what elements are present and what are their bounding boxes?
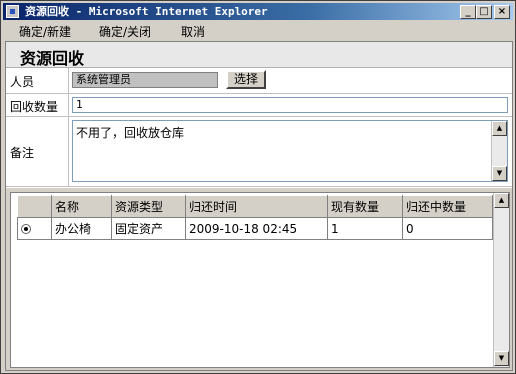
cell-return-time: 2009-10-18 02:45 (185, 217, 328, 240)
quantity-label: 回收数量 (10, 100, 59, 114)
toolbar: 确定/新建 确定/关闭 取消 (3, 21, 513, 41)
cancel-button[interactable]: 取消 (181, 24, 205, 40)
column-header-current-qty[interactable]: 现有数量 (327, 195, 403, 218)
content-area: 资源回收 人员 系统管理员 选择 回收数量 1 备注 不用了，回收放仓库 ▲ ▼… (5, 41, 513, 371)
resource-table: 名称 资源类型 归还时间 现有数量 归还中数量 办公椅 固定资产 2009-10… (17, 195, 493, 240)
quantity-value-cell: 1 (70, 94, 512, 116)
person-field: 系统管理员 (72, 72, 218, 88)
column-header-name[interactable]: 名称 (51, 195, 112, 218)
recycle-form: 人员 系统管理员 选择 回收数量 1 备注 不用了，回收放仓库 ▲ ▼ (6, 68, 512, 188)
title-bar: 资源回收 - Microsoft Internet Explorer _ □ × (3, 3, 513, 20)
quantity-label-cell: 回收数量 (6, 94, 69, 116)
cell-type: 固定资产 (111, 217, 186, 240)
quantity-row: 回收数量 1 (6, 94, 512, 117)
resource-grid-panel: 名称 资源类型 归还时间 现有数量 归还中数量 办公椅 固定资产 2009-10… (10, 192, 510, 368)
select-person-button[interactable]: 选择 (226, 70, 266, 89)
close-button[interactable]: × (494, 5, 510, 19)
window-title: 资源回收 - Microsoft Internet Explorer (25, 5, 268, 18)
note-textarea[interactable]: 不用了，回收放仓库 ▲ ▼ (72, 120, 508, 182)
column-header-returning-qty[interactable]: 归还中数量 (402, 195, 493, 218)
cell-returning-qty: 0 (402, 217, 493, 240)
person-label: 人员 (10, 75, 35, 89)
table-header-row: 名称 资源类型 归还时间 现有数量 归还中数量 (17, 195, 493, 218)
person-value-cell: 系统管理员 选择 (70, 68, 512, 93)
note-row: 备注 不用了，回收放仓库 ▲ ▼ (6, 117, 512, 187)
up-arrow-icon[interactable]: ▲ (494, 193, 509, 208)
up-arrow-icon[interactable]: ▲ (492, 121, 507, 136)
note-value-cell: 不用了，回收放仓库 ▲ ▼ (70, 117, 512, 186)
maximize-button[interactable]: □ (476, 5, 492, 19)
page-title: 资源回收 (20, 49, 85, 68)
browser-window: 资源回收 - Microsoft Internet Explorer _ □ ×… (0, 0, 516, 374)
column-header-select (17, 195, 52, 218)
cell-name: 办公椅 (51, 217, 112, 240)
person-label-cell: 人员 (6, 68, 69, 93)
column-header-type[interactable]: 资源类型 (111, 195, 186, 218)
person-row: 人员 系统管理员 选择 (6, 68, 512, 94)
radio-selected-icon[interactable] (21, 224, 31, 234)
note-scrollbar[interactable]: ▲ ▼ (491, 121, 507, 181)
quantity-input[interactable]: 1 (72, 97, 508, 113)
confirm-new-button[interactable]: 确定/新建 (19, 24, 71, 40)
column-header-return-time[interactable]: 归还时间 (185, 195, 328, 218)
note-label: 备注 (10, 146, 35, 160)
grid-scrollbar[interactable]: ▲ ▼ (493, 193, 509, 367)
cell-current-qty: 1 (327, 217, 403, 240)
table-row[interactable]: 办公椅 固定资产 2009-10-18 02:45 1 0 (17, 217, 493, 240)
down-arrow-icon[interactable]: ▼ (492, 166, 507, 181)
minimize-button[interactable]: _ (460, 5, 476, 19)
note-label-cell: 备注 (6, 117, 69, 186)
page-header: 资源回收 (6, 42, 512, 68)
ie-icon (6, 5, 19, 18)
down-arrow-icon[interactable]: ▼ (494, 351, 509, 366)
note-text: 不用了，回收放仓库 (76, 126, 185, 140)
confirm-close-button[interactable]: 确定/关闭 (99, 24, 151, 40)
row-radio-cell[interactable] (17, 217, 52, 240)
